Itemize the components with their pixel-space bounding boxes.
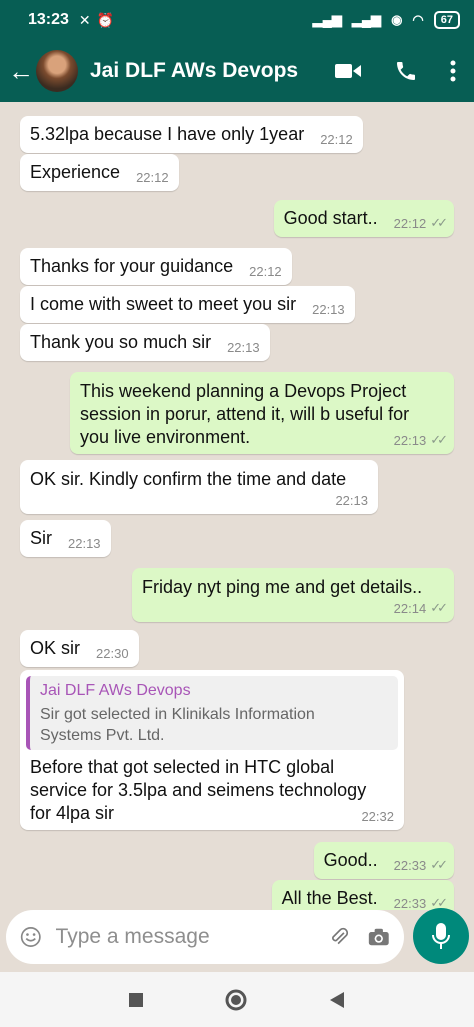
message-outgoing[interactable]: Friday nyt ping me and get details.. 22:…: [132, 568, 454, 622]
message-time: 22:33: [393, 857, 427, 873]
message-incoming[interactable]: Experience 22:12: [20, 154, 179, 191]
status-time: 13:23: [28, 11, 69, 28]
camera-icon[interactable]: [368, 926, 390, 948]
read-receipt-icon: ✓✓: [430, 215, 448, 230]
message-incoming-reply[interactable]: Jai DLF AWs Devops Sir got selected in K…: [20, 670, 404, 830]
message-text: Good..: [323, 850, 378, 870]
message-time: 22:30: [96, 646, 129, 661]
message-text: OK sir: [30, 638, 81, 658]
message-incoming[interactable]: Thanks for your guidance 22:12: [20, 248, 292, 285]
message-input[interactable]: [53, 924, 329, 950]
voice-call-icon[interactable]: [394, 59, 418, 83]
alarm-icon: ⏰: [96, 11, 115, 28]
message-text: Good start..: [283, 208, 378, 228]
message-text: I come with sweet to meet you sir: [30, 294, 297, 314]
message-text: Friday nyt ping me and get details..: [142, 577, 423, 597]
home-icon[interactable]: [224, 988, 248, 1012]
quoted-sender: Jai DLF AWs Devops: [40, 682, 191, 699]
message-time: 22:33: [393, 895, 427, 911]
mic-button[interactable]: [413, 908, 469, 964]
message-time: 22:13: [312, 302, 345, 317]
message-time: 22:13: [393, 432, 427, 448]
message-text: Thanks for your guidance: [30, 256, 234, 276]
message-text: Sir: [30, 528, 52, 548]
message-time: 22:32: [361, 809, 394, 824]
emoji-icon[interactable]: [20, 924, 42, 950]
message-time: 22:12: [249, 264, 282, 279]
message-line: you live environment.: [80, 427, 251, 447]
more-options-icon[interactable]: [450, 60, 456, 82]
message-outgoing[interactable]: Good.. 22:33 ✓✓: [313, 842, 454, 879]
message-line: service for 3.5lpa and seimens technolog…: [30, 780, 367, 800]
message-composer[interactable]: [6, 910, 404, 964]
mute-icon: ✕: [78, 11, 91, 28]
wifi-icon: ◠: [412, 12, 424, 27]
chat-area[interactable]: 5.32lpa because I have only 1year 22:12 E…: [0, 102, 474, 910]
message-time: 22:13: [335, 493, 368, 508]
message-incoming[interactable]: Thank you so much sir 22:13: [20, 324, 270, 361]
mic-icon: [432, 923, 450, 949]
read-receipt-icon: ✓✓: [430, 857, 448, 872]
system-nav-bar: [0, 972, 474, 1027]
message-time: 22:12: [393, 215, 427, 231]
chat-title[interactable]: Jai DLF AWs Devops: [90, 59, 298, 83]
signal-icon: ▂▄▆: [312, 12, 342, 27]
message-incoming[interactable]: I come with sweet to meet you sir 22:13: [20, 286, 355, 323]
signal-icon-2: ▂▄▆: [351, 12, 382, 27]
message-time: 22:14: [393, 600, 427, 616]
back-icon[interactable]: [328, 991, 346, 1009]
attach-icon[interactable]: [329, 924, 349, 950]
message-outgoing[interactable]: This weekend planning a Devops Project s…: [70, 372, 454, 454]
message-time: 22:12: [320, 132, 353, 147]
video-call-icon[interactable]: [334, 61, 362, 81]
message-outgoing[interactable]: All the Best. 22:33 ✓✓: [271, 880, 454, 911]
message-line: This weekend planning a Devops Project: [80, 381, 407, 401]
message-incoming[interactable]: OK sir. Kindly confirm the time and date…: [20, 460, 378, 514]
battery-indicator: 67: [433, 11, 460, 29]
message-text: Thank you so much sir: [30, 332, 212, 352]
message-time: 22:12: [136, 170, 169, 185]
message-line: Before that got selected in HTC global: [30, 757, 335, 777]
message-text: All the Best.: [281, 888, 378, 908]
read-receipt-icon: ✓✓: [430, 432, 448, 447]
message-text: OK sir. Kindly confirm the time and date: [30, 469, 347, 489]
message-time: 22:13: [227, 340, 260, 355]
recents-icon[interactable]: [128, 992, 144, 1008]
message-line: session in porur, attend it, will b usef…: [80, 404, 410, 424]
message-outgoing[interactable]: Good start.. 22:12 ✓✓: [273, 200, 454, 237]
back-arrow-icon[interactable]: ←: [8, 56, 34, 87]
message-text: 5.32lpa because I have only 1year: [30, 124, 305, 144]
chat-header: ← Jai DLF AWs Devops: [0, 40, 474, 102]
message-line: for 4lpa sir: [30, 803, 115, 823]
hotspot-icon: ◉: [391, 12, 403, 27]
message-incoming[interactable]: 5.32lpa because I have only 1year 22:12: [20, 116, 363, 153]
message-text: Experience: [30, 162, 121, 182]
message-incoming[interactable]: OK sir 22:30: [20, 630, 139, 667]
message-time: 22:13: [68, 536, 101, 551]
status-bar: 13:23 ✕ ⏰ ▂▄▆ ▂▄▆ ◉ ◠ 67: [0, 0, 474, 40]
avatar[interactable]: [36, 50, 78, 92]
read-receipt-icon: ✓✓: [430, 600, 448, 615]
quoted-message[interactable]: Jai DLF AWs Devops Sir got selected in K…: [26, 676, 398, 750]
quoted-line: Systems Pvt. Ltd.: [40, 727, 165, 744]
quoted-line: Sir got selected in Klinikals Informatio…: [40, 706, 315, 723]
message-incoming[interactable]: Sir 22:13: [20, 520, 111, 557]
